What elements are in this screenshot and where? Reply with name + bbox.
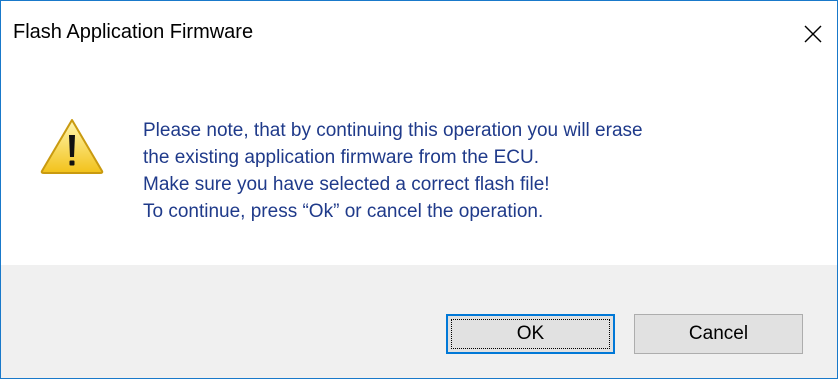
focus-indicator <box>451 319 610 349</box>
cancel-button[interactable]: Cancel <box>634 314 803 354</box>
message-line: Make sure you have selected a correct fl… <box>143 174 550 195</box>
close-icon <box>804 25 822 43</box>
close-button[interactable] <box>793 15 833 53</box>
flash-firmware-dialog: Flash Application Firmware Please note, … <box>0 0 838 379</box>
ok-button[interactable]: OK <box>446 314 615 354</box>
message-text: Please note, that by continuing this ope… <box>143 117 803 225</box>
message-line: Please note, that by continuing this ope… <box>143 120 643 141</box>
message-line: the existing application firmware from t… <box>143 147 539 168</box>
warning-icon <box>40 119 104 174</box>
message-line: To continue, press “Ok” or cancel the op… <box>143 201 544 222</box>
window-title: Flash Application Firmware <box>13 21 254 43</box>
title-bar[interactable]: Flash Application Firmware <box>1 1 837 69</box>
dialog-content: Please note, that by continuing this ope… <box>1 69 837 265</box>
button-bar: OK Cancel <box>1 265 837 378</box>
cancel-button-label: Cancel <box>688 323 749 344</box>
